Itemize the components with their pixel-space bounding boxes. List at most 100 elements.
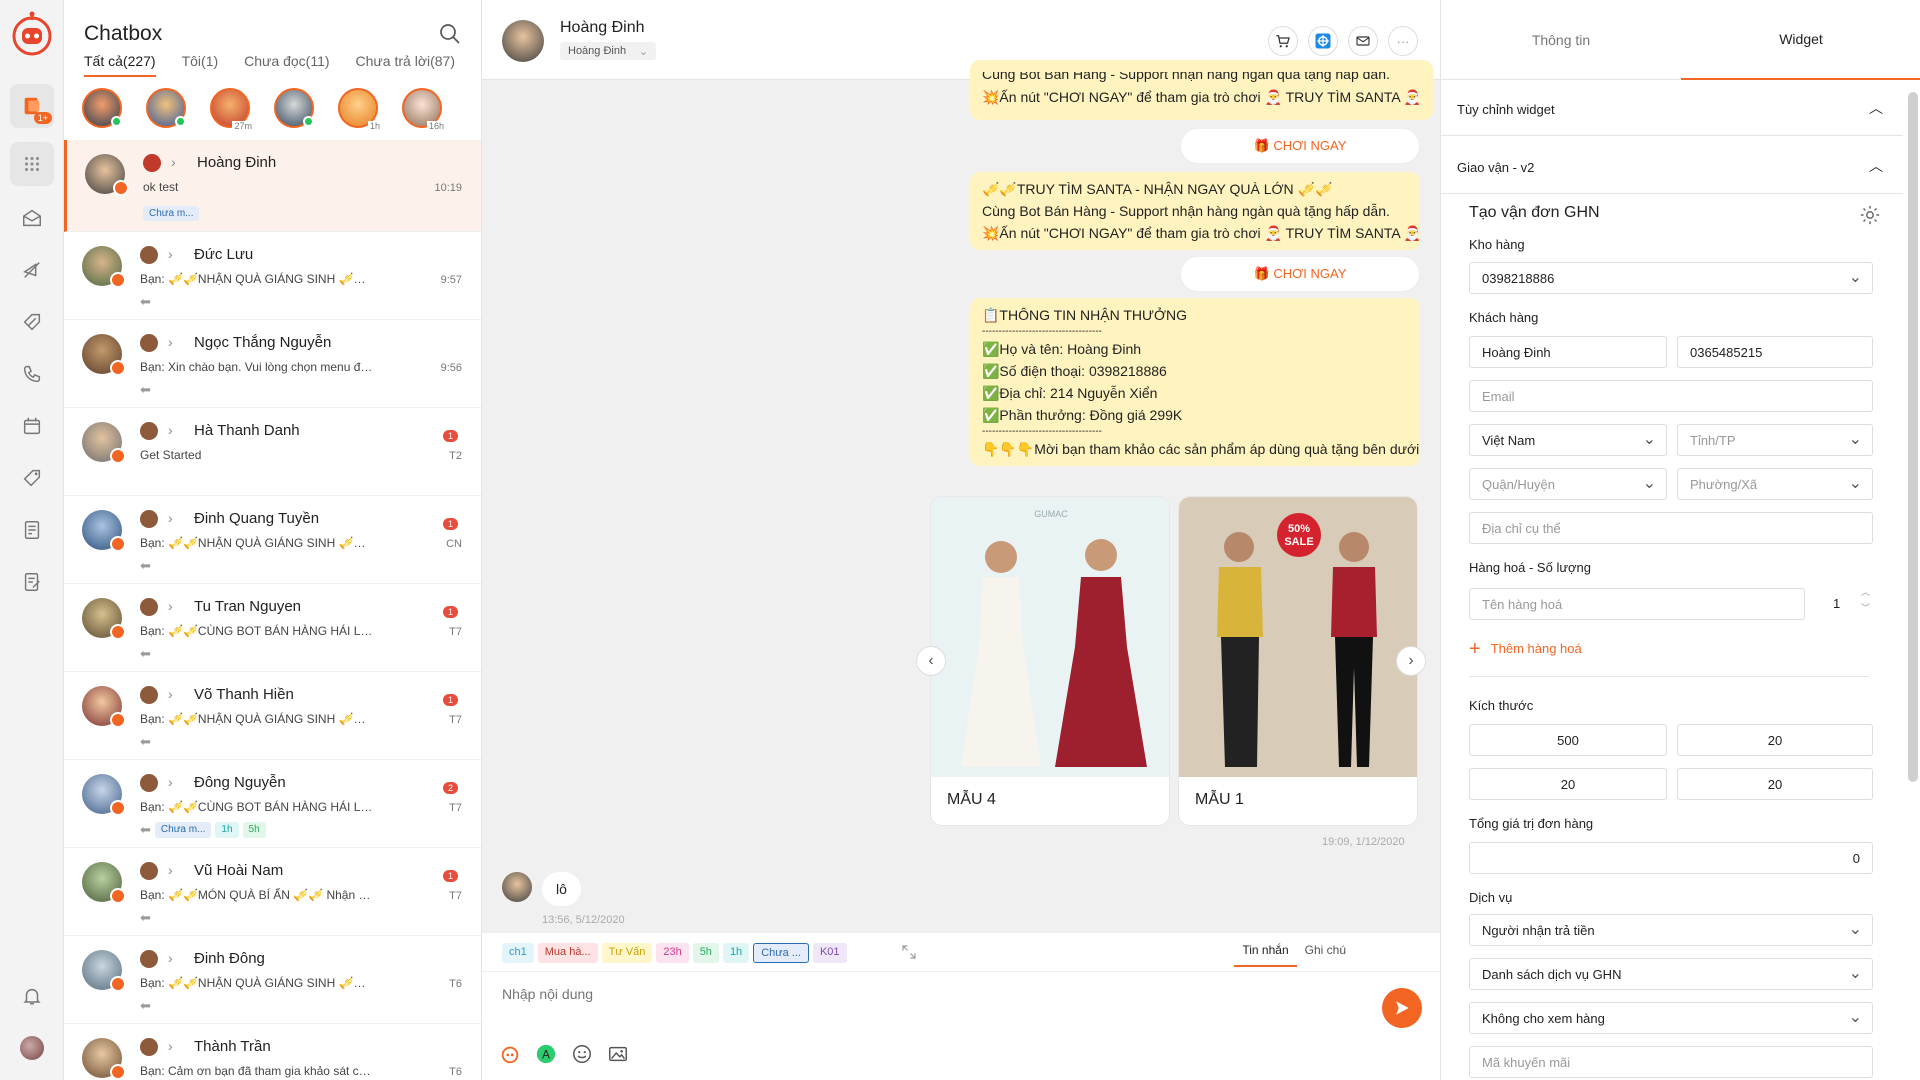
notes-nav-button[interactable] [10, 560, 54, 604]
conversation-item[interactable]: › Võ Thanh Hiền Bạn: 🎺🎺NHẬN QUÀ GIÁNG SI… [64, 672, 481, 760]
conversation-item[interactable]: › Đinh Quang Tuyền Bạn: 🎺🎺NHẬN QUÀ GIÁNG… [64, 496, 481, 584]
product-card[interactable]: GUMAC MẪU 4 [930, 496, 1170, 826]
apps-nav-button[interactable] [10, 142, 54, 186]
active-user-avatar[interactable]: 1h [338, 88, 382, 131]
payer-select[interactable]: Người nhận trả tiền [1469, 914, 1873, 946]
quick-tag[interactable]: Mua hà... [537, 943, 598, 963]
size-field[interactable]: 20 [1469, 768, 1667, 800]
product-card[interactable]: 50% SALE MẪU 1 [1178, 496, 1418, 826]
play-now-button[interactable]: 🎁 CHƠI NGAY [1180, 256, 1420, 292]
conversation-item[interactable]: › Đinh Đông Bạn: 🎺🎺NHẬN QUÀ GIÁNG SINH 🎺… [64, 936, 481, 1024]
quick-tag[interactable]: 23h [656, 943, 689, 963]
size-field[interactable]: 20 [1677, 724, 1873, 756]
send-button[interactable] [1382, 988, 1422, 1028]
conversation-item[interactable]: › Tu Tran Nguyen Bạn: 🎺🎺CÙNG BOT BÁN HÀN… [64, 584, 481, 672]
reports-nav-button[interactable] [10, 508, 54, 552]
notification-button[interactable] [10, 974, 54, 1018]
play-now-button[interactable]: 🎁 CHƠI NGAY [1180, 128, 1420, 164]
conversation-tag[interactable]: 5h [242, 822, 266, 838]
customer-phone-field[interactable]: 0365485215 [1677, 336, 1873, 368]
emoji-icon[interactable] [570, 1042, 594, 1066]
quick-tag[interactable]: 5h [692, 943, 719, 963]
quick-tag[interactable]: 1h [722, 943, 750, 963]
conversation-item[interactable]: › Hoàng Đinh ok test 10:19 Chưa m... [64, 140, 481, 232]
carousel-prev-button[interactable]: ‹ [916, 646, 946, 676]
province-select[interactable]: Tỉnh/TP [1677, 424, 1873, 456]
total-value-field[interactable]: 0 [1469, 842, 1873, 874]
conversation-item[interactable]: › Vũ Hoài Nam Bạn: 🎺🎺MÓN QUÀ BÍ ẨN 🎺🎺 Nh… [64, 848, 481, 936]
section-shipping[interactable]: Giao vận - v2 ︿ [1441, 138, 1903, 194]
conversation-item[interactable]: › Hà Thanh Danh Get Started 1 T2 [64, 408, 481, 496]
call-nav-button[interactable] [10, 352, 54, 396]
more-button[interactable]: ··· [1388, 26, 1418, 56]
filter-tab-unanswered[interactable]: Chưa trả lời(87) [356, 53, 455, 77]
app-logo-icon[interactable] [12, 10, 52, 56]
tab-widget[interactable]: Widget [1681, 0, 1920, 80]
quick-tag[interactable]: K01 [812, 943, 847, 963]
service-list-select[interactable]: Danh sách dịch vụ GHN [1469, 958, 1873, 990]
user-avatar[interactable] [20, 1036, 44, 1060]
address-field[interactable]: Địa chỉ cụ thể [1469, 512, 1873, 544]
image-icon[interactable] [606, 1042, 630, 1066]
filter-tab-all[interactable]: Tất cả(227) [84, 53, 156, 77]
gear-icon[interactable] [1859, 204, 1881, 229]
warehouse-select[interactable]: 0398218886 [1469, 262, 1873, 294]
panel-tabs: Thông tin Widget [1441, 0, 1920, 80]
template-icon[interactable]: A [534, 1042, 558, 1066]
tags-nav-button[interactable] [10, 300, 54, 344]
inbox-nav-button[interactable] [10, 196, 54, 240]
search-icon[interactable] [438, 22, 462, 46]
add-goods-button[interactable]: + Thêm hàng hoá [1469, 638, 1582, 661]
filter-tab-unread[interactable]: Chưa đọc(11) [244, 53, 329, 77]
conversation-item[interactable]: › Đức Lưu Bạn: 🎺🎺NHẬN QUÀ GIÁNG SINH 🎺🎺 … [64, 232, 481, 320]
bot-icon[interactable] [498, 1042, 522, 1066]
active-user-avatar[interactable]: 16h [402, 88, 446, 131]
reply-icon: ⬅ [140, 910, 151, 925]
tab-note[interactable]: Ghi chú [1297, 933, 1354, 967]
last-message: Bạn: Cảm ơn bạn đã tham gia khảo sát của… [140, 1064, 374, 1078]
quick-tag[interactable]: Chưa ... [753, 943, 809, 963]
labels-nav-button[interactable] [10, 456, 54, 500]
conversation-item[interactable]: › Thành Trần Bạn: Cảm ơn bạn đã tham gia… [64, 1024, 481, 1080]
calendar-nav-button[interactable] [10, 404, 54, 448]
conversation-item[interactable]: › Ngọc Thắng Nguyễn Bạn: Xin chào bạn. V… [64, 320, 481, 408]
size-field[interactable]: 500 [1469, 724, 1667, 756]
country-select[interactable]: Việt Nam [1469, 424, 1667, 456]
email-field[interactable]: Email [1469, 380, 1873, 412]
conversation-tag[interactable]: 1h [215, 822, 239, 838]
email-button[interactable] [1348, 26, 1378, 56]
panel-scrollbar[interactable] [1908, 92, 1918, 782]
quick-tag[interactable]: Tư Vấn [601, 943, 653, 963]
conversation-tag[interactable]: Chưa m... [154, 822, 212, 838]
expand-icon[interactable] [900, 943, 918, 961]
section-custom-widget[interactable]: Tùy chỉnh widget ︿ [1441, 80, 1903, 136]
integration-button[interactable] [1308, 26, 1338, 56]
tab-message[interactable]: Tin nhắn [1234, 933, 1297, 967]
goods-quantity-field[interactable]: 1 [1833, 596, 1840, 611]
conversation-tag[interactable]: Chưa m... [143, 206, 200, 221]
message-input[interactable] [502, 986, 1302, 1002]
campaign-nav-button[interactable] [10, 248, 54, 292]
customer-name-field[interactable]: Hoàng Đinh [1469, 336, 1667, 368]
quantity-stepper[interactable]: ︿ ﹀ [1861, 584, 1870, 616]
goods-name-field[interactable]: Tên hàng hoá [1469, 588, 1805, 620]
contact-avatar[interactable] [502, 20, 544, 62]
active-user-avatar[interactable] [146, 88, 186, 128]
coupon-field[interactable]: Mã khuyến mãi [1469, 1046, 1873, 1078]
quick-tag[interactable]: ch1 [502, 943, 534, 963]
chat-nav-button[interactable]: 1+ [10, 84, 54, 128]
size-field[interactable]: 20 [1677, 768, 1873, 800]
tab-info[interactable]: Thông tin [1441, 0, 1681, 80]
page-selector[interactable]: Hoàng Đinh ⌄ [560, 42, 657, 60]
conversation-item[interactable]: › Đông Nguyễn Bạn: 🎺🎺CÙNG BOT BÁN HÀNG H… [64, 760, 481, 848]
cart-button[interactable] [1268, 26, 1298, 56]
view-goods-select[interactable]: Không cho xem hàng [1469, 1002, 1873, 1034]
district-select[interactable]: Quận/Huyện [1469, 468, 1667, 500]
active-user-avatar[interactable]: 27m [210, 88, 254, 131]
filter-tab-mine[interactable]: Tôi(1) [182, 53, 219, 77]
ward-select[interactable]: Phường/Xã [1677, 468, 1873, 500]
carousel-next-button[interactable]: › [1396, 646, 1426, 676]
active-user-avatar[interactable] [82, 88, 122, 128]
page-avatar [140, 598, 158, 616]
active-user-avatar[interactable] [274, 88, 314, 128]
